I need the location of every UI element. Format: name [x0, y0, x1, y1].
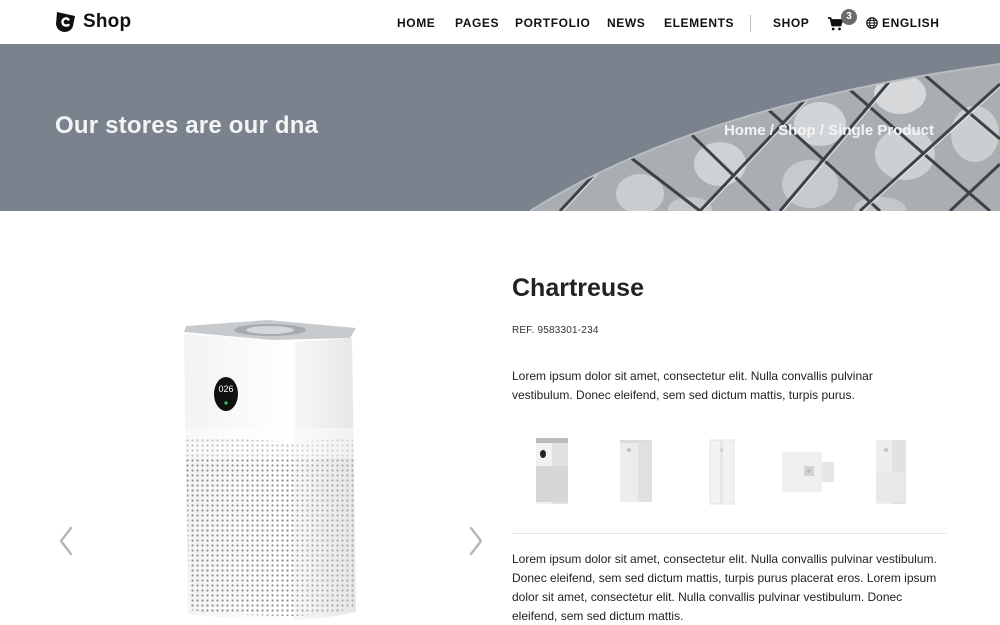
- product-gallery: 026: [40, 300, 500, 625]
- cart-count-badge: 3: [841, 9, 857, 25]
- page-banner: Our stores are our dna Home / Shop / Sin…: [0, 44, 1000, 211]
- nav-news[interactable]: NEWS: [607, 16, 645, 30]
- section-divider: [512, 533, 946, 534]
- product-thumbnail[interactable]: [700, 432, 744, 512]
- nav-divider: [750, 15, 751, 32]
- nav-shop[interactable]: SHOP: [773, 16, 809, 30]
- breadcrumb: Home / Shop / Single Product: [724, 122, 934, 139]
- cart-button[interactable]: 3: [828, 9, 857, 35]
- breadcrumb-shop[interactable]: Shop: [778, 122, 816, 139]
- nav-pages[interactable]: PAGES: [455, 16, 499, 30]
- breadcrumb-separator: /: [815, 122, 829, 139]
- page-title: Our stores are our dna: [55, 112, 319, 139]
- breadcrumb-current: Single Product: [828, 122, 934, 139]
- nav-elements[interactable]: ELEMENTS: [664, 16, 734, 30]
- product-thumbnail[interactable]: [530, 432, 574, 512]
- language-selector[interactable]: ENGLISH: [866, 16, 940, 30]
- product-long-description: Lorem ipsum dolor sit amet, consectetur …: [512, 552, 937, 623]
- product-display-reading: 026: [218, 384, 233, 394]
- site-header: Shop HOME PAGES PORTFOLIO NEWS ELEMENTS …: [0, 0, 1000, 44]
- product-thumbnails: [512, 432, 944, 512]
- breadcrumb-home[interactable]: Home: [724, 122, 766, 139]
- product-ref: REF. 9583301-234: [512, 325, 599, 336]
- language-label: ENGLISH: [882, 16, 940, 30]
- product-short-description: Lorem ipsum dolor sit amet, consectetur …: [512, 369, 873, 402]
- globe-icon: [866, 17, 878, 29]
- product-thumbnail[interactable]: [778, 432, 838, 512]
- chevron-right-icon[interactable]: [465, 524, 487, 558]
- product-main-image[interactable]: 026: [180, 318, 360, 625]
- product-thumbnail[interactable]: [870, 432, 914, 512]
- product-thumbnail[interactable]: [614, 432, 658, 512]
- nav-portfolio[interactable]: PORTFOLIO: [515, 16, 590, 30]
- nav-home[interactable]: HOME: [397, 16, 435, 30]
- product-title: Chartreuse: [512, 274, 644, 302]
- chevron-left-icon[interactable]: [55, 524, 77, 558]
- breadcrumb-separator: /: [765, 122, 779, 139]
